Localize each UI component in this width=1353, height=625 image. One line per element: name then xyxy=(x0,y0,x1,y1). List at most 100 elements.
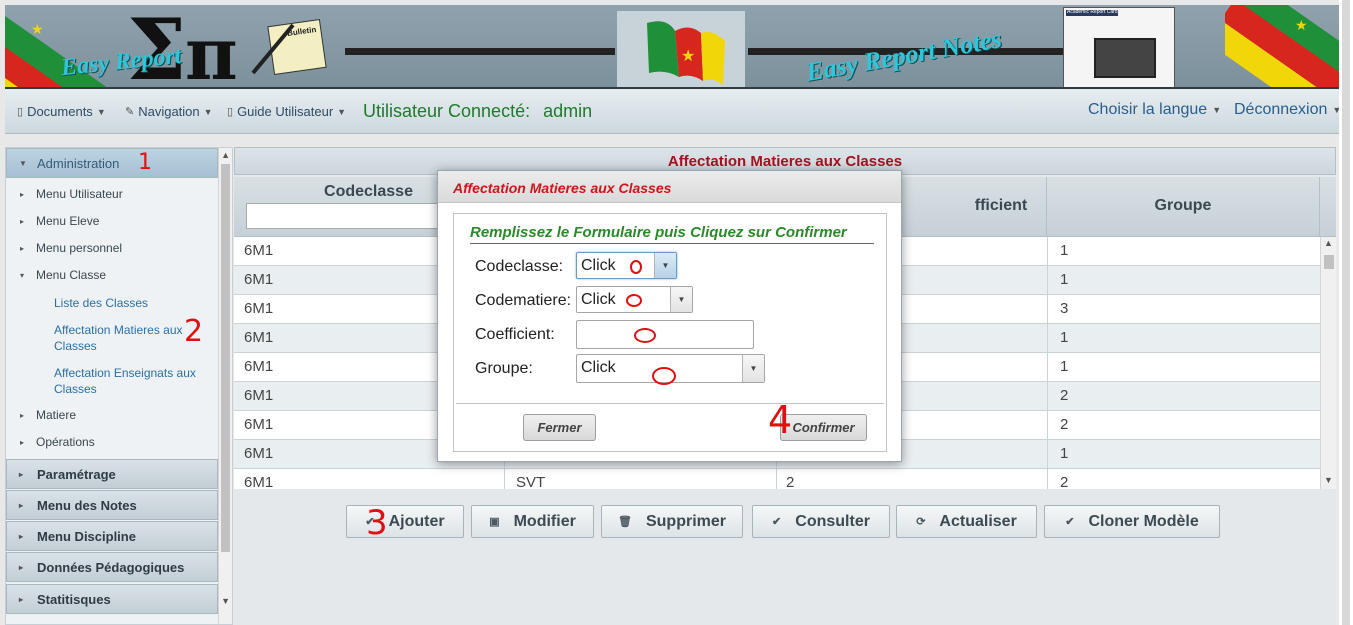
user-name: admin xyxy=(543,101,593,121)
cloner-modele-button[interactable]: ✔ Cloner Modèle xyxy=(1044,505,1220,538)
grid-scroll-thumb[interactable] xyxy=(1324,255,1334,269)
connected-user: Utilisateur Connecté: admin xyxy=(363,101,592,122)
menu-documents[interactable]: ▯ Documents ▼ xyxy=(17,104,106,119)
annotation-oval xyxy=(630,260,642,274)
sidebar-link-liste-classes[interactable]: Liste des Classes xyxy=(54,295,214,311)
menu-navigation[interactable]: ✎ Navigation ▼ xyxy=(125,104,213,119)
chevron-down-icon[interactable]: ▼ xyxy=(670,287,692,312)
caret-right-icon: ▸ xyxy=(19,469,24,479)
cell-groupe: 1 xyxy=(1047,353,1320,382)
caret-down-icon: ▼ xyxy=(203,106,213,117)
app-window: ★ Σ π Easy Report Bulletin ★ Easy Report… xyxy=(0,0,1353,625)
scroll-down-icon[interactable]: ▼ xyxy=(1324,475,1333,485)
document-icon: ▯ xyxy=(17,106,24,118)
grid-scrollbar[interactable]: ▲ ▼ xyxy=(1320,237,1336,489)
menu-guide-label: Guide Utilisateur xyxy=(237,104,334,119)
sidebar-scroll-thumb[interactable] xyxy=(221,164,230,552)
report-card-image: Academic Report Card xyxy=(1063,7,1175,87)
sidebar-link-affectation-matieres[interactable]: Affectation Matieres aux Classes xyxy=(54,322,204,354)
supprimer-label: Supprimer xyxy=(645,512,726,530)
chevron-down-icon[interactable]: ▼ xyxy=(654,253,676,278)
confirmer-button[interactable]: Confirmer xyxy=(780,414,867,441)
fermer-button[interactable]: Fermer xyxy=(523,414,596,441)
sidebar-item-menu-personnel[interactable]: ▸ Menu personnel xyxy=(20,241,122,255)
annotation-2: 2 xyxy=(184,314,204,349)
actualiser-button[interactable]: ⟳ Actualiser xyxy=(896,505,1037,538)
accordion-parametrage[interactable]: ▸ Paramétrage xyxy=(6,459,218,489)
sidebar-link-affectation-enseignants[interactable]: Affectation Enseignats aux Classes xyxy=(54,365,214,397)
modifier-button[interactable]: ▣ Modifier xyxy=(471,505,594,538)
caret-right-icon: ▸ xyxy=(20,243,25,253)
sidebar-item-matiere[interactable]: ▸ Matiere xyxy=(20,408,76,422)
sidebar-item-menu-eleve[interactable]: ▸ Menu Eleve xyxy=(20,214,99,228)
coefficient-label: Coefficient: xyxy=(475,326,555,343)
page-scrollbar[interactable] xyxy=(1339,0,1353,625)
cell-coefficient: 2 xyxy=(786,474,795,489)
sidebar-item-label: Matiere xyxy=(36,408,77,422)
codeclasse-label: Codeclasse: xyxy=(475,258,564,275)
column-divider xyxy=(776,469,777,489)
cell-groupe: 1 xyxy=(1047,324,1320,353)
accordion-label: Données Pédagogiques xyxy=(37,559,185,575)
coefficient-input[interactable] xyxy=(576,320,754,349)
banner: ★ Σ π Easy Report Bulletin ★ Easy Report… xyxy=(5,5,1345,89)
sidebar-item-label: Menu Classe xyxy=(36,268,107,282)
sidebar-item-operations[interactable]: ▸ Opérations xyxy=(20,435,95,449)
sidebar-item-menu-classe[interactable]: ▾ Menu Classe xyxy=(20,268,106,282)
form-legend: Remplissez le Formulaire puis Cliquez su… xyxy=(470,224,874,244)
caret-right-icon: ▸ xyxy=(20,437,25,447)
supprimer-button[interactable]: 🗑 Supprimer xyxy=(601,505,743,538)
scroll-up-icon[interactable]: ▲ xyxy=(221,150,230,160)
accordion-donnees-pedagogiques[interactable]: ▸ Données Pédagogiques xyxy=(6,552,218,582)
sidebar-scrollbar[interactable]: ▲ ▼ xyxy=(218,148,232,624)
groupe-value: Click xyxy=(581,359,616,376)
cell-codeclasse: 6M1 xyxy=(244,300,274,317)
column-header-groupe[interactable]: Groupe xyxy=(1047,177,1320,237)
ajouter-button[interactable]: ✔ Ajouter xyxy=(346,505,464,538)
annotation-oval xyxy=(634,328,656,343)
caret-down-icon: ▼ xyxy=(337,106,347,117)
dialog-form: Remplissez le Formulaire puis Cliquez su… xyxy=(453,213,887,452)
cloner-label: Cloner Modèle xyxy=(1088,512,1199,530)
codematiere-label: Codematiere: xyxy=(475,292,572,309)
page-scroll-thumb[interactable] xyxy=(1342,0,1350,625)
dialog-title[interactable]: Affectation Matieres aux Classes xyxy=(438,171,901,203)
consulter-button[interactable]: ✔ Consulter xyxy=(752,505,890,538)
arrow-line-left xyxy=(345,48,615,55)
accordion-menu-notes[interactable]: ▸ Menu des Notes xyxy=(6,490,218,520)
consulter-label: Consulter xyxy=(795,512,870,530)
sidebar-item-label: Opérations xyxy=(36,435,95,449)
scroll-down-icon[interactable]: ▼ xyxy=(221,596,230,606)
cell-codeclasse: 6M1 xyxy=(244,474,274,489)
modifier-label: Modifier xyxy=(513,512,576,530)
caret-right-icon: ▸ xyxy=(19,594,24,604)
accordion-statistiques[interactable]: ▸ Statitisques xyxy=(6,584,218,614)
codeclasse-value: Click xyxy=(581,257,616,274)
scroll-up-icon[interactable]: ▲ xyxy=(1324,238,1333,248)
menu-guide[interactable]: ▯ Guide Utilisateur ▼ xyxy=(227,104,346,119)
accordion-administration[interactable]: ▼ Administration xyxy=(6,148,218,178)
accordion-label: Menu Discipline xyxy=(37,528,136,544)
column-divider xyxy=(504,469,505,489)
cameroon-flag-right: ★ xyxy=(1225,5,1345,87)
check-icon: ✔ xyxy=(1065,516,1075,528)
menu-navigation-label: Navigation xyxy=(138,104,200,119)
trash-icon: 🗑 xyxy=(618,516,632,528)
sidebar-item-menu-utilisateur[interactable]: ▸ Menu Utilisateur xyxy=(20,187,123,201)
banner-title-right: Easy Report Notes xyxy=(803,24,1004,87)
annotation-1: 1 xyxy=(138,150,152,175)
caret-right-icon: ▸ xyxy=(19,500,24,510)
table-row[interactable]: 6M1 SVT 2 2 xyxy=(234,469,1320,489)
cell-codeclasse: 6M1 xyxy=(244,387,274,404)
annotation-3: 3 xyxy=(366,503,388,543)
accordion-menu-discipline[interactable]: ▸ Menu Discipline xyxy=(6,521,218,551)
codeclasse-combo[interactable]: Click ▼ xyxy=(576,252,677,279)
logout-menu[interactable]: Déconnexion ▼ xyxy=(1234,101,1341,119)
chevron-down-icon[interactable]: ▼ xyxy=(742,355,764,382)
accordion-label: Statitisques xyxy=(37,591,111,607)
language-menu[interactable]: Choisir la langue ▼ xyxy=(1088,101,1221,119)
sidebar-item-label: Menu Eleve xyxy=(36,214,100,228)
cell-codeclasse: 6M1 xyxy=(244,329,274,346)
user-prefix: Utilisateur Connecté: xyxy=(363,101,531,121)
caret-right-icon: ▸ xyxy=(20,189,25,199)
